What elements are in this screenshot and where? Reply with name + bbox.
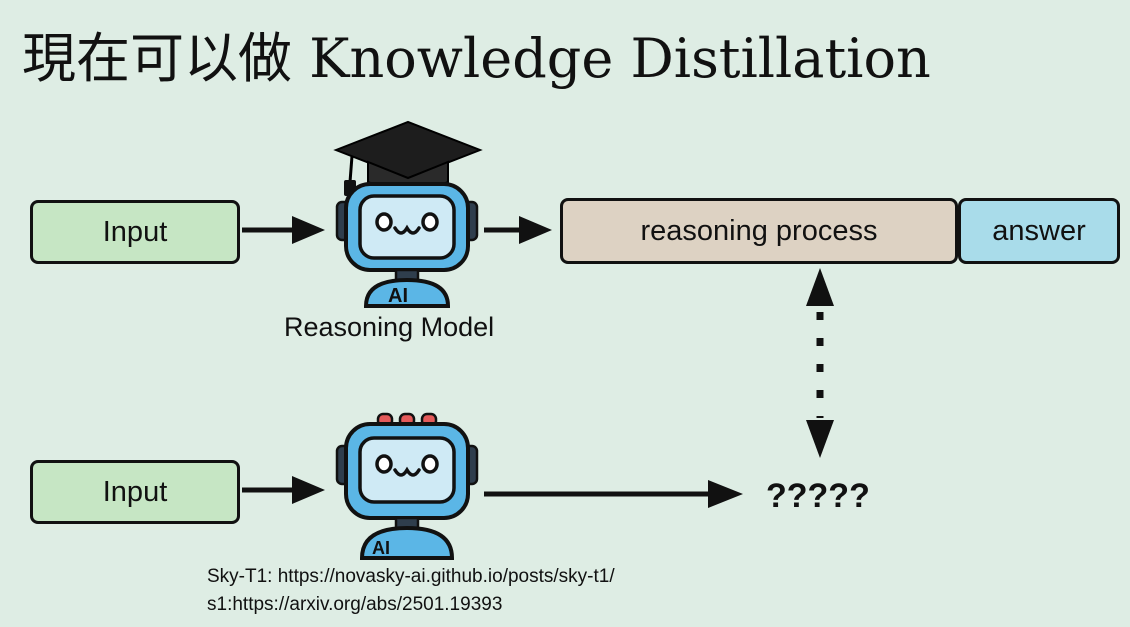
student-robot-badge: AI — [372, 538, 390, 558]
reference-s1: s1:https://arxiv.org/abs/2501.19393 — [207, 594, 503, 615]
student-robot-icon: AI — [335, 412, 479, 560]
reference-sky-t1: Sky-T1: https://novasky-ai.github.io/pos… — [207, 566, 615, 587]
bottom-arrows — [242, 476, 743, 508]
unknown-output-label: ????? — [766, 477, 870, 515]
